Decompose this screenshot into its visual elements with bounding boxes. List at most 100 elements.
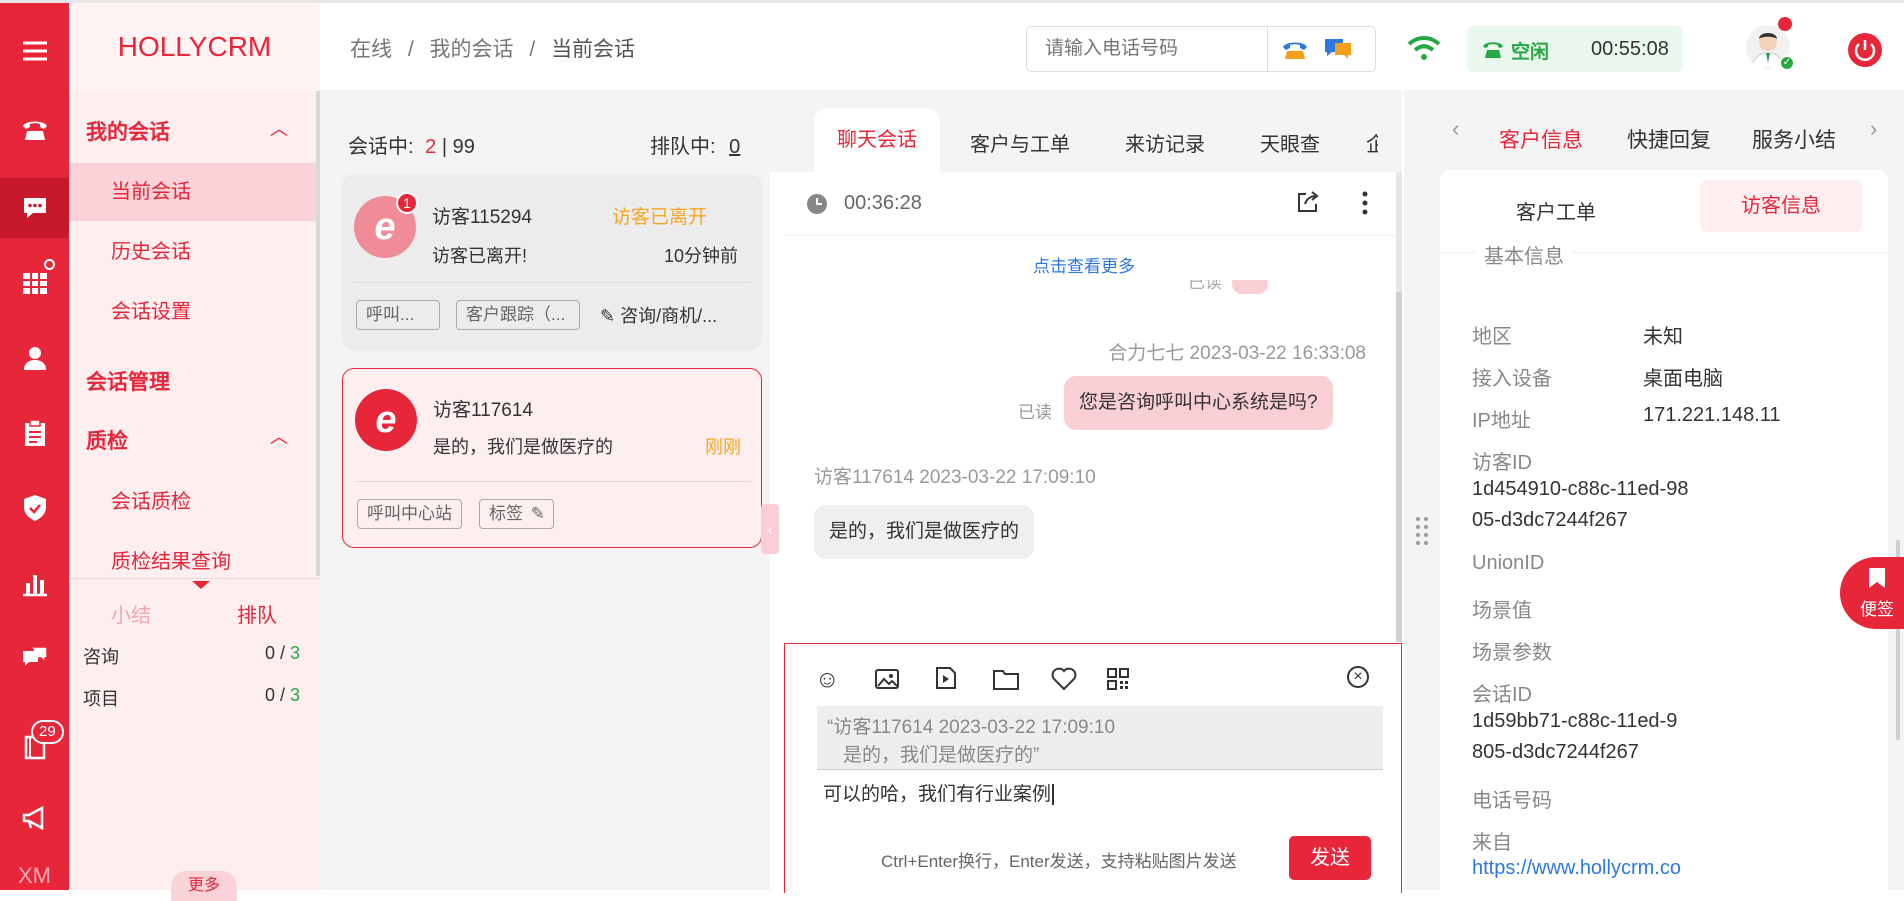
tag-label: 标签	[489, 504, 523, 523]
folder-icon[interactable]	[993, 668, 1019, 690]
app-logo: HOLLYCRM	[69, 3, 320, 90]
breadcrumb-online[interactable]: 在线	[350, 38, 392, 61]
tab-service-summary[interactable]: 服务小结	[1752, 124, 1836, 154]
source-link[interactable]: https://www.hollycrm.co	[1472, 857, 1681, 880]
splitter[interactable]	[1404, 90, 1440, 890]
stat-label: 项目	[83, 689, 119, 709]
phone-search-box	[1026, 26, 1376, 72]
book-icon[interactable]: 29	[0, 716, 69, 776]
phone-input[interactable]	[1027, 27, 1267, 71]
session-card[interactable]: e 1 访客115294 访客已离开 访客已离开! 10分钟前 呼叫... 客户…	[342, 174, 762, 350]
category-tag[interactable]: ✎ 咨询/商机/...	[600, 302, 717, 328]
phone-icon[interactable]	[0, 99, 69, 159]
divider	[355, 481, 751, 482]
menu-icon[interactable]	[0, 21, 69, 81]
tab-visit-records[interactable]: 来访记录	[1125, 128, 1205, 157]
stat-total: 3	[290, 685, 301, 705]
tag[interactable]: 呼叫中心站	[357, 499, 462, 529]
session-card-active[interactable]: e 访客117614 是的，我们是做医疗的 刚刚 呼叫中心站 标签 ✎	[342, 368, 762, 548]
tab-tianyancha[interactable]: 天眼查	[1260, 128, 1320, 157]
dial-icon[interactable]	[1281, 37, 1309, 61]
field-value: 桌面电脑	[1643, 368, 1723, 390]
sep: |	[441, 136, 448, 158]
queue-number[interactable]: 0	[729, 136, 740, 158]
field-value: 05-d3dc7244f267	[1472, 509, 1628, 531]
tab-summary[interactable]: 小结	[111, 599, 151, 628]
nav-group-label: 我的会话	[86, 121, 170, 144]
subtab-visitor-info[interactable]: 访客信息	[1700, 180, 1862, 232]
tab-quick-reply[interactable]: 快捷回复	[1627, 124, 1711, 154]
bookmark-icon	[1869, 568, 1885, 588]
message-meta: 合力七七 2023-03-22 16:33:08	[1108, 343, 1366, 364]
visitor-status: 访客已离开	[612, 207, 708, 228]
nav-group-qc[interactable]: 质检	[86, 425, 128, 455]
tab-chat[interactable]: 聊天会话	[814, 108, 940, 172]
tag[interactable]: 客户跟踪（...	[456, 300, 580, 330]
tab-overflow[interactable]: 企	[1366, 128, 1378, 157]
queue-label: 排队中:	[650, 136, 716, 158]
load-more-link[interactable]: 点击查看更多	[784, 252, 1384, 277]
visitor-message[interactable]: 是的，我们是做医疗的	[814, 505, 1035, 559]
stat-done: 0	[265, 643, 276, 663]
agent-message[interactable]: 您是咨询呼叫中心系统是吗?	[1064, 376, 1333, 430]
grid-icon[interactable]	[0, 253, 69, 313]
user-icon[interactable]	[0, 328, 69, 388]
sticky-note-button[interactable]: 便签	[1840, 557, 1904, 629]
message-input-text: 可以的哈，我们有行业案例	[823, 784, 1052, 805]
nav-group-manage[interactable]: 会话管理	[86, 366, 170, 396]
agent-status[interactable]: 空闲 00:55:08	[1467, 26, 1683, 72]
heart-icon[interactable]	[1051, 667, 1077, 691]
tab-customer-info[interactable]: 客户信息	[1499, 124, 1583, 154]
subtab-customer-orders[interactable]: 客户工单	[1516, 196, 1596, 225]
power-icon[interactable]	[1848, 33, 1882, 67]
nav-item-qc[interactable]: 会话质检	[69, 473, 320, 531]
nav-item-history[interactable]: 历史会话	[69, 223, 320, 281]
chevron-up-icon[interactable]: ︿	[270, 423, 288, 449]
close-icon[interactable]: ×	[1347, 666, 1369, 688]
emoji-icon[interactable]: ☺	[815, 666, 840, 694]
clipboard-icon[interactable]	[0, 403, 69, 463]
read-label: 已读	[1018, 403, 1052, 422]
last-message: 是的，我们是做医疗的	[433, 437, 613, 457]
collapse-handle[interactable]: ‹	[761, 504, 779, 554]
nav-item-settings[interactable]: 会话设置	[69, 283, 320, 341]
divider	[1267, 27, 1268, 71]
tag-edit[interactable]: 标签 ✎	[479, 499, 554, 529]
bar-chart-icon[interactable]	[0, 553, 69, 613]
drag-handle-icon[interactable]	[1415, 515, 1429, 547]
tab-customer-orders[interactable]: 客户与工单	[970, 128, 1070, 157]
chevron-left-icon[interactable]: ‹	[1452, 116, 1459, 142]
more-button[interactable]: 更多	[171, 871, 237, 901]
visitor-name: 访客117614	[433, 400, 533, 421]
sms-icon[interactable]	[1323, 37, 1353, 61]
image-icon[interactable]	[875, 668, 899, 690]
megaphone-icon[interactable]	[0, 788, 69, 848]
tab-queue[interactable]: 排队	[237, 599, 277, 628]
qrcode-icon[interactable]	[1107, 668, 1129, 690]
tag[interactable]: 呼叫...	[356, 300, 440, 330]
breadcrumb: 在线 / 我的会话 / 当前会话	[350, 33, 635, 63]
video-icon[interactable]	[935, 666, 957, 690]
ie-icon: e	[355, 389, 417, 451]
messages-icon[interactable]	[0, 628, 69, 688]
field-value: 1d454910-c88c-11ed-98	[1472, 478, 1689, 500]
breadcrumb-my-sessions[interactable]: 我的会话	[430, 38, 514, 61]
shield-icon[interactable]	[0, 478, 69, 538]
chat-icon[interactable]	[0, 178, 69, 238]
notification-dot	[1778, 17, 1792, 31]
queue-count: 排队中: 0	[650, 130, 740, 159]
stat-label: 咨询	[83, 647, 119, 667]
more-vertical-icon[interactable]	[1362, 190, 1368, 216]
chevron-right-icon[interactable]: ›	[1870, 116, 1877, 142]
nav-item-current-session[interactable]: 当前会话	[69, 163, 320, 221]
nav-group-my-sessions[interactable]: 我的会话	[86, 116, 170, 146]
message-composer: ☺ × “访客117614 2023-03-22 17:09:10 是的，我们是…	[784, 643, 1402, 893]
edit-icon: ✎	[600, 306, 616, 326]
share-icon[interactable]	[1296, 190, 1320, 214]
chat-scrollbar-thumb[interactable]	[1396, 292, 1402, 642]
stat-value: 0 / 3	[265, 685, 301, 705]
chevron-up-icon[interactable]: ︿	[270, 115, 288, 141]
send-button[interactable]: 发送	[1289, 836, 1371, 880]
chat-tabs: 聊天会话 客户与工单 来访记录 天眼查 企	[770, 90, 1402, 172]
message-input[interactable]: 可以的哈，我们有行业案例	[823, 779, 1055, 806]
